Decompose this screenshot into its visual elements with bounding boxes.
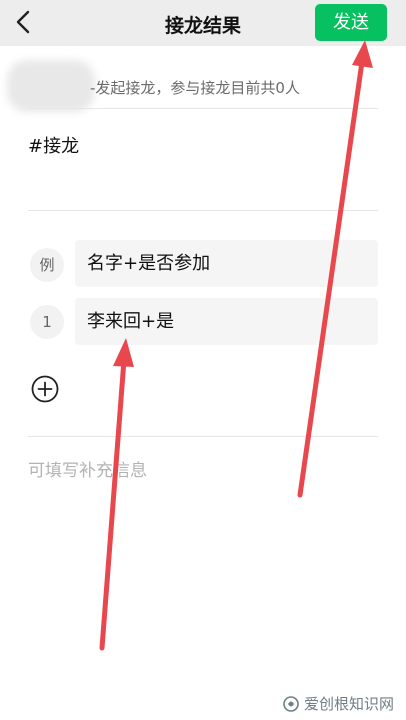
logo-icon (283, 695, 299, 712)
arrow-to-entry (99, 357, 127, 651)
arrow-to-send-head (352, 40, 373, 68)
annotation-arrows (99, 40, 373, 651)
watermark: 爱创根知识网 (282, 693, 394, 714)
arrow-to-entry-head (113, 338, 134, 367)
watermark-text: 爱创根知识网 (303, 695, 394, 713)
arrow-to-send (297, 59, 365, 498)
